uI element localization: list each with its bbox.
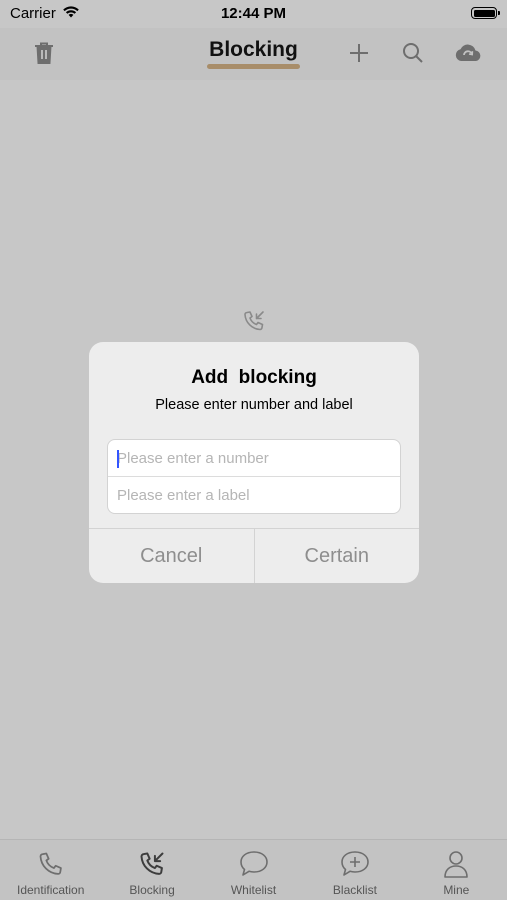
screen: Carrier 12:44 PM Blocking Add blocking P… [0,0,507,900]
dialog-field-group [107,439,401,514]
status-time: 12:44 PM [220,5,287,22]
tab-mine[interactable]: Mine [406,840,507,900]
phone-icon [35,848,67,880]
incoming-call-icon [136,848,168,880]
cancel-button[interactable]: Cancel [89,529,255,583]
dialog-button-row: Cancel Certain [89,528,419,583]
incoming-call-icon [242,309,266,333]
certain-button[interactable]: Certain [255,529,420,583]
tab-blacklist[interactable]: Blacklist [304,840,405,900]
search-icon[interactable] [400,40,426,66]
plus-icon[interactable] [346,40,372,66]
text-cursor [117,450,119,468]
tab-bar: Identification Blocking Whitelist Blackl… [0,839,507,900]
tab-label: Blocking [129,883,175,897]
tab-identification[interactable]: Identification [0,840,101,900]
tab-label: Identification [17,883,85,897]
chat-bubble-plus-icon [339,848,371,880]
status-bar: Carrier 12:44 PM [0,0,507,28]
number-input[interactable] [108,440,400,477]
label-input[interactable] [108,477,400,513]
nav-title-container: Blocking [0,38,507,69]
add-blocking-dialog: Add blocking Please enter number and lab… [89,342,419,583]
cloud-sync-icon[interactable] [453,40,483,66]
tab-label: Whitelist [230,883,277,897]
battery-icon [471,7,500,19]
tab-label: Blacklist [332,883,377,897]
page-title: Blocking [207,38,300,69]
dialog-message: Please enter number and label [155,397,353,413]
navigation-bar: Blocking [0,28,507,80]
tab-whitelist[interactable]: Whitelist [203,840,304,900]
tab-label: Mine [443,883,470,897]
chat-bubble-icon [238,848,270,880]
person-icon [440,848,472,880]
dialog-title: Add blocking [191,367,317,388]
tab-blocking[interactable]: Blocking [101,840,202,900]
